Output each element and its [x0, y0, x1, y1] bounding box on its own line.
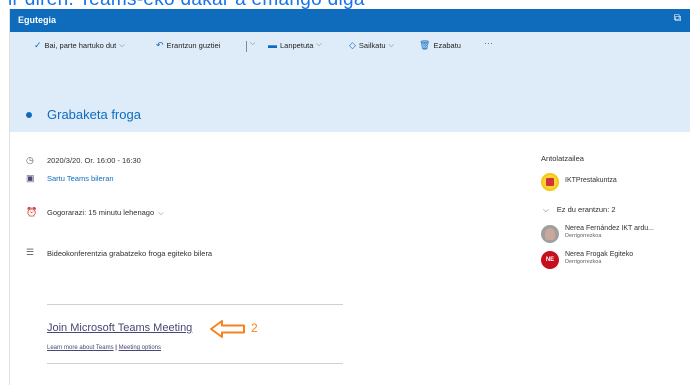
- busy-icon: ▬: [268, 40, 277, 50]
- attendee-name: Nerea Fernández IKT ardu...: [565, 225, 654, 232]
- toolbar-divider: [246, 41, 247, 52]
- avatar: NE: [541, 251, 559, 269]
- reply-all-icon: ↶: [156, 40, 164, 50]
- avatar: [541, 225, 559, 243]
- separator: |: [115, 345, 117, 351]
- event-window: Egutegia ⧉ ✓ Bai, parte hartuko dut ⌵ ↶ …: [9, 9, 690, 385]
- accept-button[interactable]: ✓ Bai, parte hartuko dut ⌵: [34, 40, 125, 51]
- show-as-button[interactable]: ▬ Lanpetuta ⌵: [268, 40, 322, 50]
- event-title: Grabaketa froga: [47, 107, 141, 122]
- reply-all-button[interactable]: ↶ Erantzun guztiei: [156, 40, 220, 51]
- organizer-name: IKTPrestakuntza: [565, 177, 617, 184]
- no-response-toggle[interactable]: ⌵ Ez du erantzun: 2: [543, 205, 616, 215]
- reminder-label: Gogorarazi: 15 minutu lehenago: [47, 208, 155, 217]
- more-options-button[interactable]: ···: [484, 38, 493, 48]
- teams-info-line: Learn more about Teams | Meeting options: [47, 345, 161, 351]
- reply-all-label: Erantzun guztiei: [166, 41, 221, 50]
- organizer-entry[interactable]: IKTPrestakuntza: [541, 173, 617, 191]
- attendee-name: Nerea Frogak Egiteko: [565, 251, 634, 258]
- show-as-label: Lanpetuta: [280, 40, 314, 50]
- join-teams-meeting-link[interactable]: Join Microsoft Teams Meeting: [47, 322, 192, 334]
- chevron-down-icon: ⌵: [158, 210, 164, 217]
- attendee-status: Derrigorrezkoa: [565, 259, 602, 265]
- caption-strip: ir diren. Teams-eko dakar a emango diga: [0, 0, 690, 9]
- chevron-down-icon: ⌵: [388, 41, 394, 49]
- reply-all-dropdown[interactable]: ⌵: [250, 40, 255, 48]
- tag-icon: ◇: [349, 40, 356, 50]
- annotation-number: 2: [251, 321, 258, 335]
- chevron-down-icon: ⌵: [316, 41, 322, 48]
- meeting-options-link[interactable]: Meeting options: [119, 345, 161, 351]
- categorize-button[interactable]: ◇ Sailkatu ⌵: [349, 40, 394, 51]
- teams-divider-bottom: [47, 363, 343, 364]
- attendee-entry[interactable]: Nerea Fernández IKT ardu... Derrigorrezk…: [541, 225, 654, 243]
- organizer-heading: Antolatzailea: [541, 154, 584, 163]
- event-datetime: 2020/3/20. Or. 16:00 - 16:30: [47, 156, 141, 165]
- teams-divider-top: [47, 304, 343, 305]
- chevron-down-icon: ⌵: [119, 41, 125, 49]
- chevron-down-icon: ⌵: [543, 205, 549, 214]
- delete-button[interactable]: 🗑 Ezabatu: [419, 40, 461, 51]
- person-photo-icon: [545, 228, 555, 240]
- alarm-icon: ⏰: [26, 207, 38, 217]
- teams-icon: ▣: [26, 173, 35, 183]
- chevron-down-icon: ⌵: [250, 40, 256, 47]
- trash-icon: 🗑: [419, 40, 431, 50]
- event-category-dot: [26, 112, 32, 118]
- organizer-logo-icon: [546, 178, 554, 186]
- notes-icon: ☰: [26, 247, 35, 257]
- learn-more-link[interactable]: Learn more about Teams: [47, 345, 114, 351]
- annotation-arrow-icon: [210, 320, 245, 338]
- avatar: [541, 173, 559, 191]
- join-teams-link[interactable]: Sartu Teams bileran: [47, 174, 114, 183]
- accept-label: Bai, parte hartuko dut: [44, 41, 117, 50]
- no-response-label: Ez du erantzun: 2: [556, 205, 616, 214]
- caption-text: ir diren. Teams-eko dakar a emango diga: [8, 0, 365, 9]
- window-title: Egutegia: [18, 15, 57, 25]
- event-description: Bideokonferentzia grabatzeko froga egite…: [47, 249, 213, 258]
- reminder-dropdown[interactable]: Gogorarazi: 15 minutu lehenago ⌵: [47, 208, 164, 218]
- attendee-status: Derrigorrezkoa: [565, 233, 602, 239]
- checkmark-icon: ✓: [34, 40, 42, 50]
- title-bar: Egutegia ⧉: [10, 9, 690, 32]
- attendee-entry[interactable]: NE Nerea Frogak Egiteko Derrigorrezkoa: [541, 251, 633, 269]
- categorize-label: Sailkatu: [358, 41, 386, 50]
- clock-icon: ◷: [26, 155, 34, 165]
- popout-icon[interactable]: ⧉: [674, 13, 681, 24]
- command-bar: ✓ Bai, parte hartuko dut ⌵ ↶ Erantzun gu…: [10, 32, 690, 62]
- delete-label: Ezabatu: [433, 41, 461, 50]
